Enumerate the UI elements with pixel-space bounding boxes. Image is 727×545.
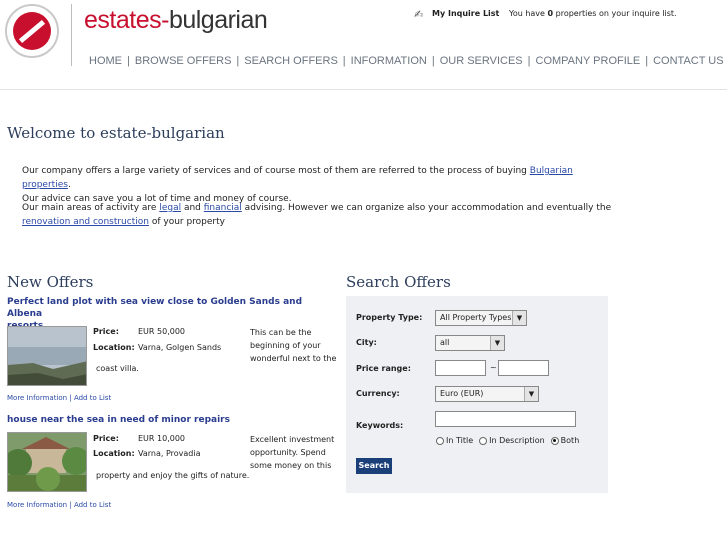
nav-browse-offers[interactable]: BROWSE OFFERS	[135, 55, 232, 67]
price-label: Price:	[93, 434, 119, 443]
nav-company-profile[interactable]: COMPANY PROFILE	[536, 55, 641, 67]
property-type-label: Property Type:	[356, 313, 423, 322]
more-information-link[interactable]: More Information	[7, 394, 67, 402]
location-value: Varna, Provadia	[138, 449, 201, 458]
chevron-down-icon: ▼	[524, 387, 538, 401]
offer-description-cont: property and enjoy the gifts of nature.	[96, 471, 250, 480]
price-separator: ~	[490, 363, 497, 372]
welcome-paragraph-1: Our company offers a large variety of se…	[22, 166, 573, 204]
price-range-label: Price range:	[356, 364, 411, 373]
add-to-list-link[interactable]: Add to List	[74, 394, 111, 402]
currency-label: Currency:	[356, 389, 400, 398]
price-value: EUR 10,000	[138, 434, 186, 443]
nav-contact-us[interactable]: CONTACT US	[653, 55, 724, 67]
header-divider	[71, 4, 72, 66]
radio-both[interactable]	[550, 436, 559, 445]
offer-description: This can be the beginning of your wonderfu…	[250, 328, 337, 363]
city-select[interactable]: all ▼	[435, 335, 505, 351]
price-value: EUR 50,000	[138, 327, 186, 336]
property-type-select[interactable]: All Property Types ▼	[435, 310, 527, 326]
offer-links: More Information | Add to List	[7, 394, 112, 402]
house-photo	[8, 433, 86, 491]
header-separator	[0, 89, 727, 90]
nav-information[interactable]: INFORMATION	[351, 55, 427, 67]
inquire-status: You have 0 properties on your inquire li…	[509, 9, 677, 18]
chevron-down-icon: ▼	[490, 336, 504, 350]
main-nav: HOME | BROWSE OFFERS | SEARCH OFFERS | INFORMA…	[89, 55, 724, 67]
offer-thumbnail[interactable]	[7, 326, 87, 386]
welcome-paragraph-2: Our main areas of activity are legal and…	[22, 203, 612, 227]
keywords-label: Keywords:	[356, 421, 404, 430]
currency-select[interactable]: Euro (EUR) ▼	[435, 386, 539, 402]
financial-link[interactable]: financial	[204, 203, 242, 213]
more-information-link[interactable]: More Information	[7, 501, 67, 509]
nav-our-services[interactable]: OUR SERVICES	[440, 55, 523, 67]
offer-links: More Information | Add to List	[7, 501, 112, 509]
location-label: Location:	[93, 343, 135, 352]
price-from-input[interactable]	[435, 360, 486, 376]
radio-in-title[interactable]	[436, 436, 444, 445]
search-offers-title: Search Offers	[346, 273, 451, 291]
location-value: Varna, Golgen Sands	[138, 343, 222, 352]
offer-title[interactable]: house near the sea in need of minor repa…	[7, 414, 337, 426]
pen-icon: ✍	[414, 8, 424, 21]
offer-description-cont: coast villa.	[96, 364, 139, 373]
nav-home[interactable]: HOME	[89, 55, 122, 67]
location-label: Location:	[93, 449, 135, 458]
logo[interactable]	[5, 4, 59, 58]
offer-thumbnail[interactable]	[7, 432, 87, 492]
welcome-title: Welcome to estate-bulgarian	[7, 124, 225, 142]
price-to-input[interactable]	[498, 360, 549, 376]
add-to-list-link[interactable]: Add to List	[74, 501, 111, 509]
inquire-list-link[interactable]: My Inquire List	[432, 9, 499, 18]
legal-link[interactable]: legal	[159, 203, 181, 213]
offer-description: Excellent investment opportunity. Spend so…	[250, 435, 335, 470]
search-button[interactable]: Search	[356, 458, 392, 474]
city-label: City:	[356, 338, 377, 347]
search-scope-radios: In Title In Description Both	[436, 430, 585, 449]
new-offers-title: New Offers	[7, 273, 94, 291]
logo-mark	[13, 12, 51, 50]
radio-in-description[interactable]	[479, 436, 488, 445]
nav-search-offers[interactable]: SEARCH OFFERS	[244, 55, 338, 67]
brand-name[interactable]: estates-bulgarian	[84, 6, 268, 35]
price-label: Price:	[93, 327, 119, 336]
keywords-input[interactable]	[435, 411, 576, 427]
sea-photo	[8, 327, 86, 385]
chevron-down-icon: ▼	[512, 311, 526, 325]
renovation-link[interactable]: renovation and construction	[22, 217, 149, 227]
